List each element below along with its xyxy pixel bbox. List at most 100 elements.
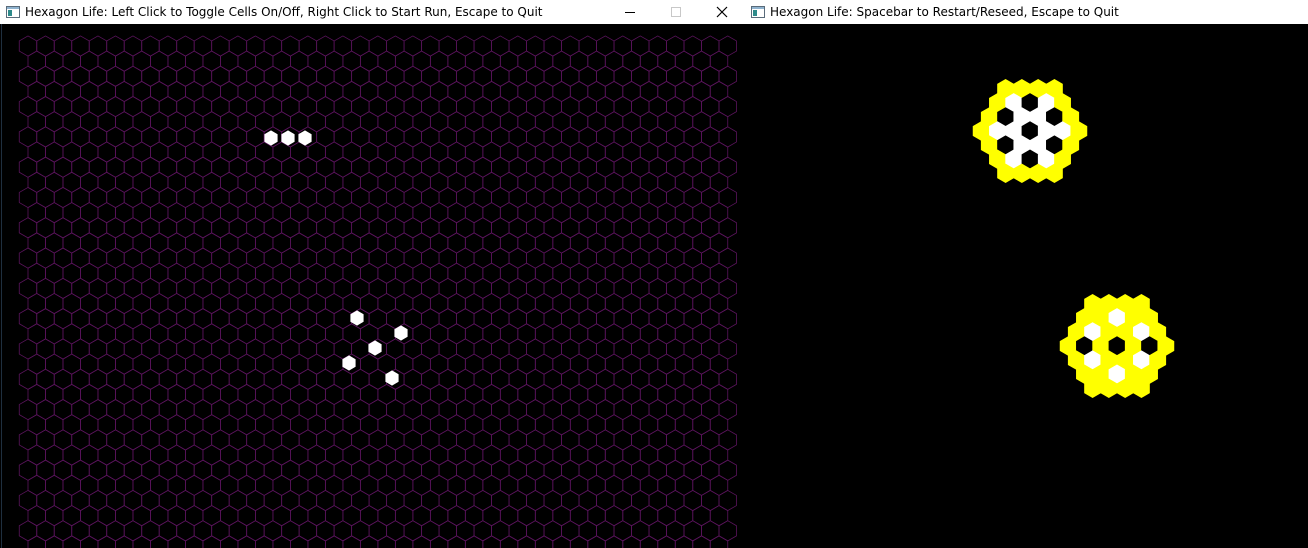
hex-cell xyxy=(255,50,274,72)
hex-cell xyxy=(263,338,283,360)
hex-cell xyxy=(657,80,676,103)
hex-cell xyxy=(543,338,562,360)
hex-cell xyxy=(193,65,213,87)
hex-cell xyxy=(482,80,501,103)
hex-cell xyxy=(447,50,466,72)
hex-grid-canvas[interactable] xyxy=(1,24,745,548)
hex-cell xyxy=(429,232,449,254)
hex-cell xyxy=(123,96,143,118)
hex-cell xyxy=(377,383,396,406)
hex-cell xyxy=(263,186,283,209)
hex-cell xyxy=(36,156,55,178)
hex-cell xyxy=(351,489,370,512)
hex-cell xyxy=(543,520,562,542)
hex-cell xyxy=(587,80,606,103)
hex-cell xyxy=(499,505,519,527)
hex-cell xyxy=(316,156,335,178)
hex-cell xyxy=(666,35,685,57)
hex-cell xyxy=(36,247,55,269)
hex-cell xyxy=(674,141,694,163)
hex-cell xyxy=(561,459,580,481)
hex-cell xyxy=(587,292,606,315)
hex-cell xyxy=(377,50,396,72)
hex-cell xyxy=(307,383,326,406)
hex-cell xyxy=(272,262,291,284)
close-button[interactable] xyxy=(699,0,745,24)
hex-cell xyxy=(508,217,527,239)
hex-cell xyxy=(27,383,46,406)
hex-cell xyxy=(421,399,440,421)
hex-cell xyxy=(517,414,536,436)
hex-cell xyxy=(709,232,729,254)
hex-cell xyxy=(718,429,737,451)
hex-cell xyxy=(526,520,545,542)
hex-cell xyxy=(709,50,729,72)
hex-cell xyxy=(324,383,344,406)
hex-cell xyxy=(386,277,405,299)
hex-cell xyxy=(709,353,729,375)
hex-cell xyxy=(150,111,169,133)
hex-cell xyxy=(324,171,344,193)
hex-cell xyxy=(141,126,160,148)
hex-cell xyxy=(202,50,221,72)
hex-cell xyxy=(351,277,370,299)
hex-cell xyxy=(333,186,353,209)
hex-cell xyxy=(552,141,571,163)
hex-cell xyxy=(246,186,265,209)
hex-cell xyxy=(115,80,134,103)
hex-cell xyxy=(421,338,440,360)
hex-cell xyxy=(342,80,361,103)
hex-grid[interactable] xyxy=(2,24,745,548)
hex-cell xyxy=(115,141,134,163)
hex-cell xyxy=(158,35,178,57)
hex-cell xyxy=(701,126,720,148)
hex-cell xyxy=(27,202,46,224)
hex-cell xyxy=(526,308,545,330)
hex-cell xyxy=(526,217,545,239)
hex-cell xyxy=(499,171,519,193)
hex-cell xyxy=(176,35,195,57)
maximize-icon xyxy=(671,7,681,17)
hex-cell xyxy=(499,202,519,224)
title-bar[interactable]: Hexagon Life: Spacebar to Restart/Reseed… xyxy=(745,0,1308,24)
hex-cell xyxy=(53,96,73,118)
hex-cell xyxy=(62,383,81,406)
hex-cell xyxy=(45,141,64,163)
hex-cell xyxy=(631,65,650,87)
hex-cell xyxy=(648,368,667,390)
hex-cell xyxy=(403,338,423,360)
hex-cell xyxy=(123,35,143,57)
hex-cell xyxy=(394,232,414,254)
hex-cell xyxy=(683,247,702,269)
hex-cell xyxy=(220,262,239,284)
hex-cell xyxy=(176,308,195,330)
hex-cell xyxy=(447,505,466,527)
hex-cell xyxy=(377,535,396,548)
hex-cell xyxy=(176,520,195,542)
maximize-button[interactable] xyxy=(653,0,699,24)
hex-cell xyxy=(115,171,134,193)
hex-cell xyxy=(709,383,729,406)
hex-cell xyxy=(342,444,361,466)
hex-cell xyxy=(639,141,659,163)
hex-cell xyxy=(657,444,676,466)
hex-cell xyxy=(132,353,151,375)
hex-cell xyxy=(359,171,379,193)
hex-cell xyxy=(464,323,484,345)
hex-cell xyxy=(158,247,178,269)
hex-cell xyxy=(639,111,659,133)
hex-cell xyxy=(561,65,580,87)
hex-cell xyxy=(394,50,414,72)
hex-cell xyxy=(359,383,379,406)
hex-cell xyxy=(569,353,589,375)
hex-cell xyxy=(132,232,151,254)
hex-cell xyxy=(202,414,221,436)
hex-cell xyxy=(27,474,46,496)
title-bar[interactable]: Hexagon Life: Left Click to Toggle Cells… xyxy=(0,0,745,24)
hex-cell xyxy=(412,292,431,315)
hex-cell xyxy=(587,171,606,193)
hex-cell xyxy=(202,444,221,466)
hex-cell xyxy=(263,489,283,512)
hex-cell xyxy=(692,353,711,375)
minimize-button[interactable] xyxy=(607,0,653,24)
